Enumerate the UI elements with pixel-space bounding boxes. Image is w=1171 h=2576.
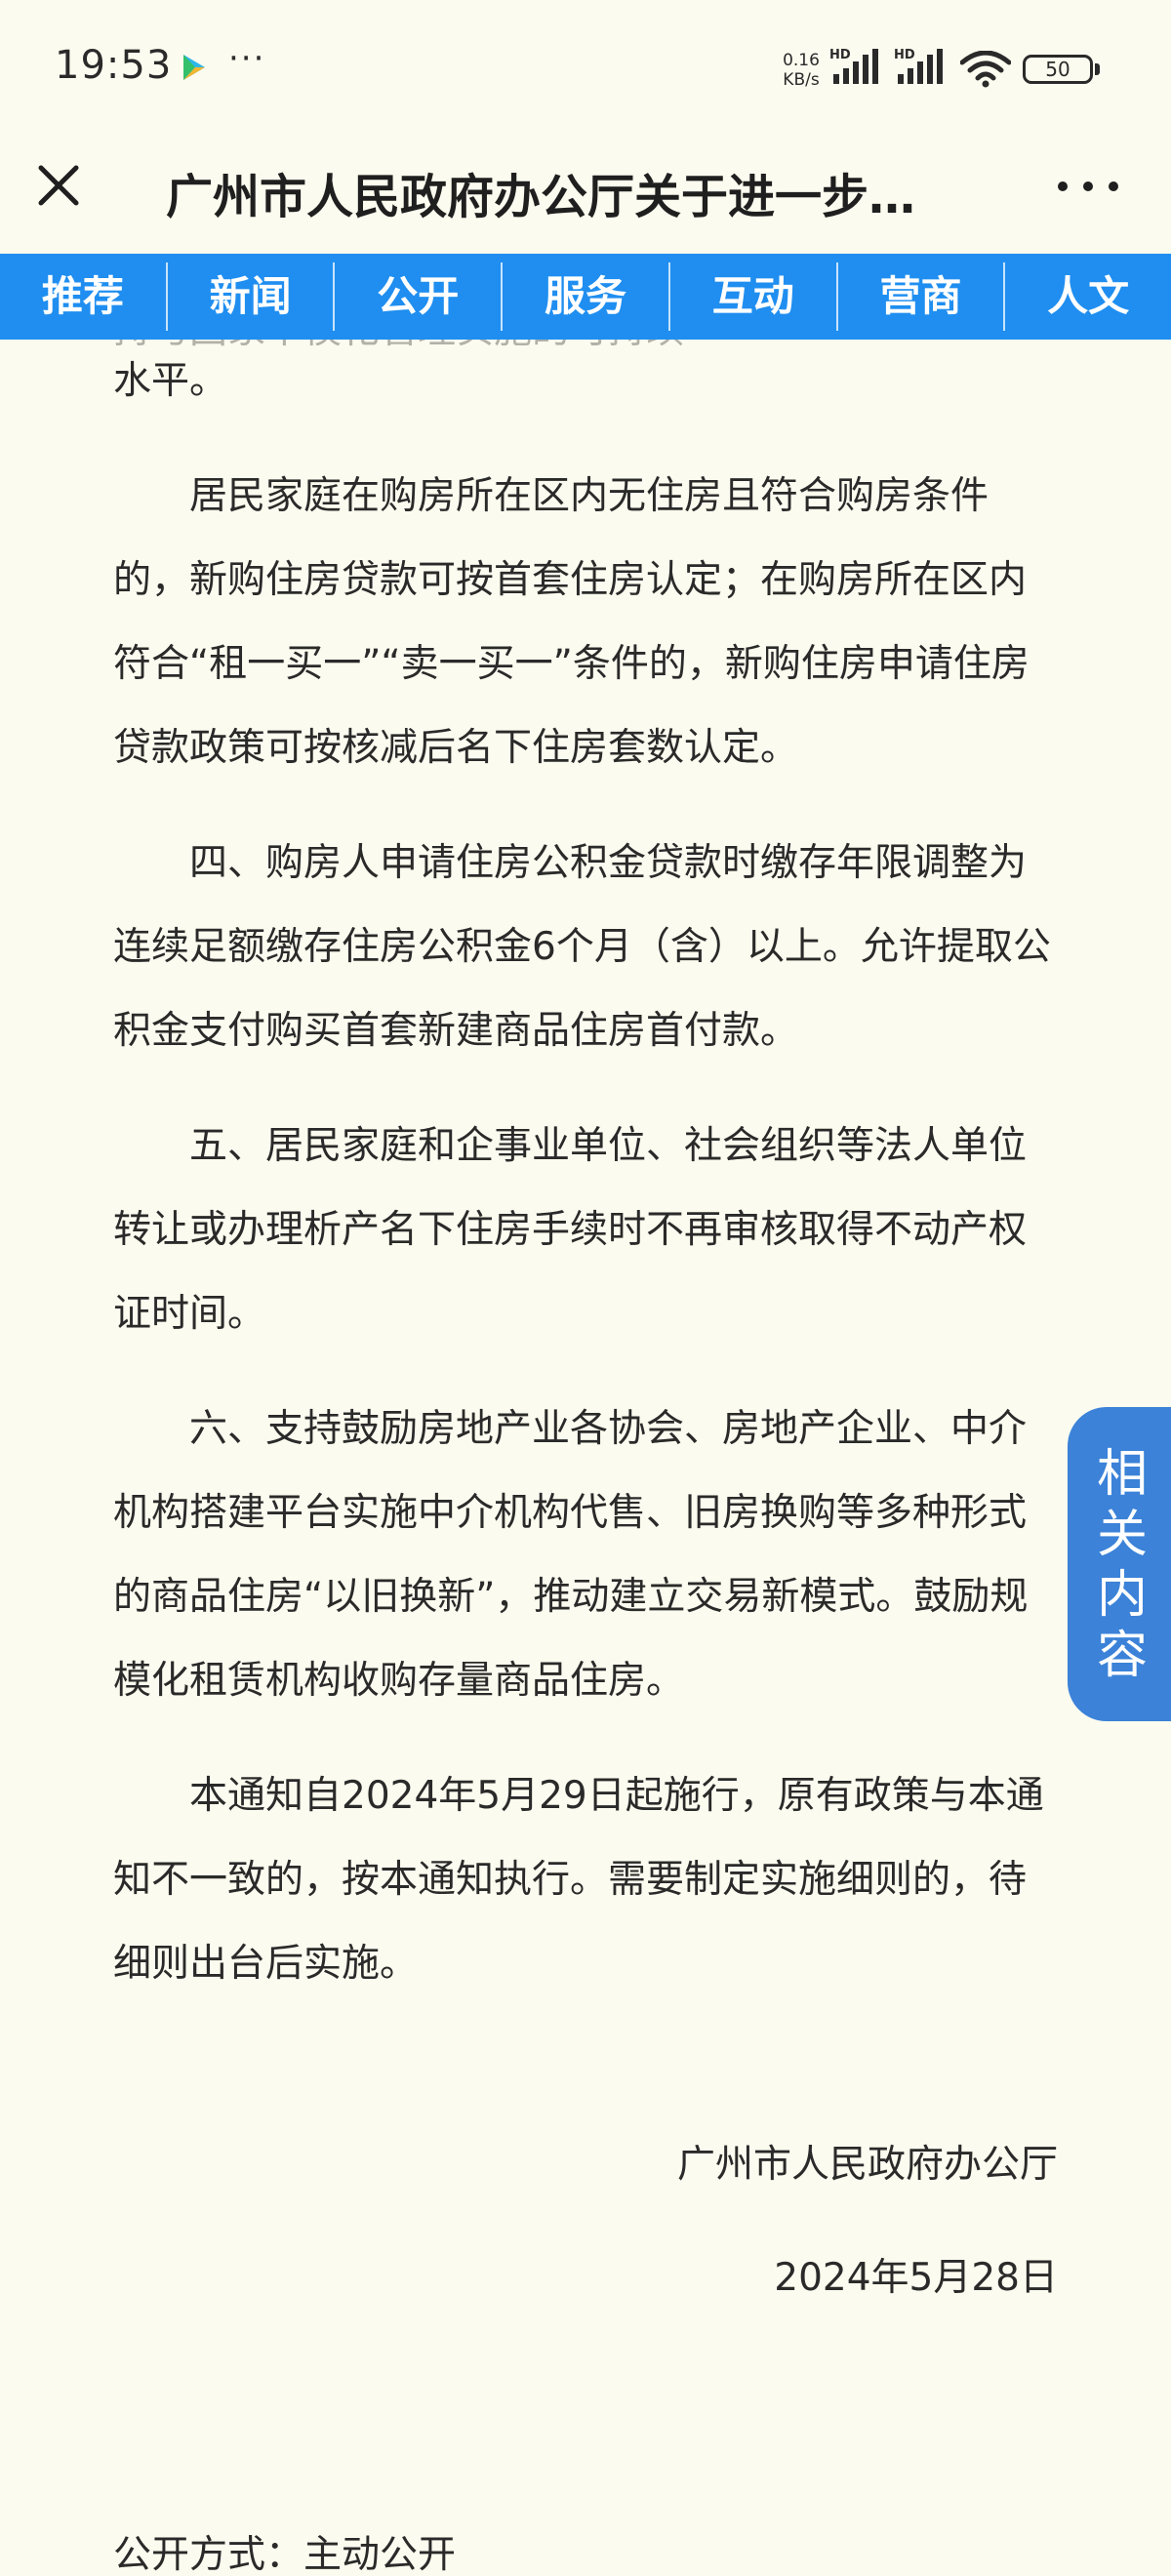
- tab-recommend[interactable]: 推荐: [0, 262, 168, 331]
- battery-tip: [1095, 63, 1100, 75]
- status-bar: 19:53 ··· 0.16 KB/s HD HD 50: [0, 0, 1171, 137]
- signal-icon: HD: [829, 48, 878, 84]
- signal-label: HD: [829, 48, 851, 62]
- related-content-button[interactable]: 相关内容: [1068, 1407, 1171, 1721]
- nav-tabs: 推荐 新闻 公开 服务 互动 营商 人文: [0, 254, 1171, 340]
- disclosure-method: 公开方式：主动公开: [113, 2533, 457, 2576]
- status-time: 19:53: [55, 43, 173, 88]
- related-content-label: 相关内容: [1096, 1445, 1148, 1685]
- battery-icon: 50: [1023, 55, 1093, 84]
- wifi-icon: [960, 51, 1011, 88]
- page-title: 广州市人民政府办公厅关于进一步…: [166, 170, 916, 224]
- network-speed-value: 0.16: [783, 51, 820, 70]
- paragraph: 居民家庭在购房所在区内无住房且符合购房条件的，新购住房贷款可按首套住房认定；在购…: [113, 474, 1030, 770]
- article-body: 持与国家中模化管理实施的可持续 水平。 居民家庭在购房所在区内无住房且符合购房条…: [0, 340, 1171, 2576]
- tab-news[interactable]: 新闻: [168, 262, 336, 331]
- tab-interaction[interactable]: 互动: [670, 262, 838, 331]
- title-bar: 广州市人民政府办公厅关于进一步…: [0, 137, 1171, 254]
- play-store-icon: [183, 55, 205, 80]
- close-icon[interactable]: [29, 156, 88, 215]
- network-speed: 0.16 KB/s: [777, 51, 826, 90]
- more-options-icon[interactable]: [1054, 172, 1122, 201]
- network-speed-unit: KB/s: [783, 70, 820, 90]
- signature-org: 广州市人民政府办公厅: [676, 2143, 1058, 2187]
- article-content: 水平。 居民家庭在购房所在区内无住房且符合购房条件的，新购住房贷款可按首套住房认…: [113, 340, 1058, 2320]
- tab-business[interactable]: 营商: [838, 262, 1006, 331]
- signature-date: 2024年5月28日: [774, 2256, 1058, 2300]
- tab-culture[interactable]: 人文: [1005, 262, 1171, 331]
- status-more-indicator: ···: [228, 39, 266, 78]
- paragraph: 五、居民家庭和企事业单位、社会组织等法人单位转让或办理析产名下住房手续时不再审核…: [113, 1124, 1028, 1336]
- signal-icon: HD: [894, 48, 943, 84]
- signal-label: HD: [894, 48, 915, 62]
- tab-services[interactable]: 服务: [503, 262, 670, 331]
- paragraph: 本通知自2024年5月29日起施行，原有政策与本通知不一致的，按本通知执行。需要…: [113, 1774, 1044, 1986]
- paragraph: 水平。: [113, 359, 228, 403]
- paragraph: 六、支持鼓励房地产业各协会、房地产企业、中介机构搭建平台实施中介机构代售、旧房换…: [113, 1407, 1029, 1703]
- paragraph: 四、购房人申请住房公积金贷款时缴存年限调整为连续足额缴存住房公积金6个月（含）以…: [113, 841, 1051, 1053]
- tab-public[interactable]: 公开: [335, 262, 504, 331]
